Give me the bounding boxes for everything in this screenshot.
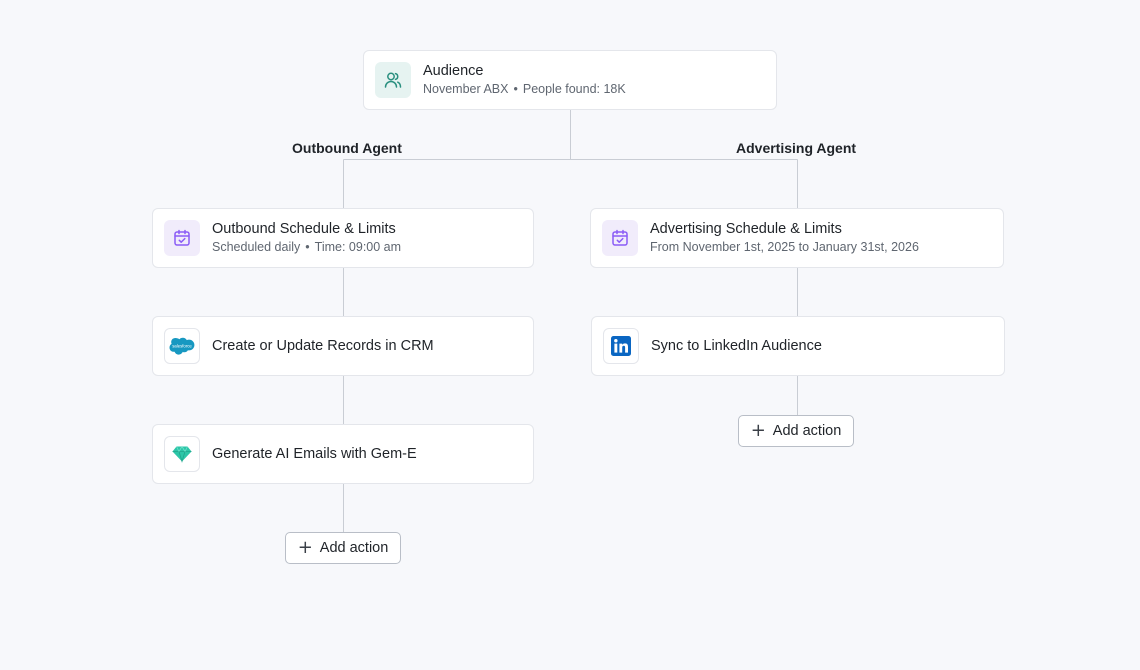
audience-list-name: November ABX <box>423 82 509 96</box>
plus-icon: + <box>297 537 313 558</box>
audience-subtitle: November ABX • People found: 18K <box>423 81 626 98</box>
add-action-label: Add action <box>319 540 389 556</box>
crm-action-card[interactable]: salesforce Create or Update Records in C… <box>152 316 534 376</box>
outbound-agent-label: Outbound Agent <box>292 140 402 156</box>
advertising-agent-label: Advertising Agent <box>736 140 857 156</box>
add-action-label: Add action <box>772 423 842 439</box>
crm-action-title: Create or Update Records in CRM <box>212 338 434 354</box>
audience-title: Audience <box>423 63 484 79</box>
linkedin-action-card[interactable]: Sync to LinkedIn Audience <box>591 316 1005 376</box>
gem-icon <box>164 436 200 472</box>
advertising-add-action-button[interactable]: + Add action <box>738 415 854 447</box>
calendar-check-icon <box>602 220 638 256</box>
outbound-schedule-title: Outbound Schedule & Limits <box>212 221 396 237</box>
linkedin-icon <box>603 328 639 364</box>
gem-action-card[interactable]: Generate AI Emails with Gem-E <box>152 424 534 484</box>
outbound-schedule-subtitle: Scheduled daily • Time: 09:00 am <box>212 239 401 256</box>
schedule-time: Time: 09:00 am <box>314 240 402 254</box>
linkedin-action-title: Sync to LinkedIn Audience <box>651 338 822 354</box>
plus-icon: + <box>750 420 766 441</box>
salesforce-icon: salesforce <box>164 328 200 364</box>
schedule-frequency: Scheduled daily <box>212 240 301 254</box>
outbound-schedule-card[interactable]: Outbound Schedule & Limits Scheduled dai… <box>152 208 534 268</box>
advertising-schedule-range: From November 1st, 2025 to January 31st,… <box>650 240 919 254</box>
people-found-count: People found: 18K <box>522 82 626 96</box>
audience-card[interactable]: Audience November ABX • People found: 18K <box>363 50 777 110</box>
outbound-add-action-button[interactable]: + Add action <box>285 532 401 564</box>
users-icon <box>375 62 411 98</box>
separator-dot: • <box>513 82 518 96</box>
salesforce-logo-text: salesforce <box>172 344 192 349</box>
advertising-schedule-title: Advertising Schedule & Limits <box>650 221 842 237</box>
gem-action-title: Generate AI Emails with Gem-E <box>212 446 417 462</box>
calendar-check-icon <box>164 220 200 256</box>
separator-dot: • <box>305 240 310 254</box>
advertising-schedule-card[interactable]: Advertising Schedule & Limits From Novem… <box>590 208 1004 268</box>
